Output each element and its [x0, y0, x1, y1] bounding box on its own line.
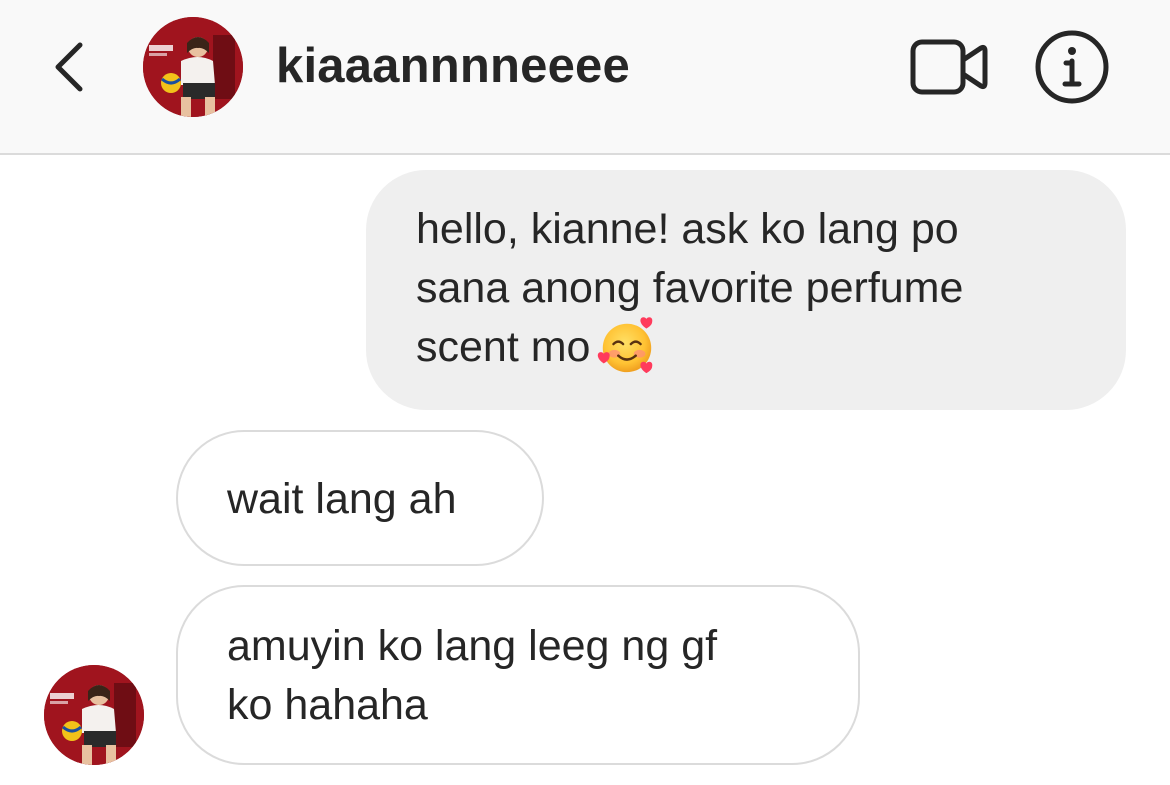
message-line: ko hahaha	[227, 681, 428, 729]
dm-thread-screen: kiaaannnneeee hello, kianne! ask ko lang…	[0, 0, 1170, 785]
sender-avatar[interactable]	[44, 665, 144, 765]
message-line: scent mo	[416, 316, 1086, 381]
contact-avatar[interactable]	[143, 17, 243, 117]
incoming-message-bubble[interactable]: wait lang ah	[176, 430, 544, 566]
smiling-face-with-hearts-icon	[598, 316, 653, 373]
contact-username[interactable]: kiaaannnneeee	[276, 36, 630, 96]
message-line: sana anong favorite perfume	[416, 264, 964, 312]
chevron-left-icon	[55, 42, 83, 92]
back-button[interactable]	[40, 32, 100, 102]
conversation-info-button[interactable]	[1030, 25, 1114, 109]
message-line: wait lang ah	[227, 475, 457, 523]
video-call-button[interactable]	[906, 30, 992, 104]
message-line: amuyin ko lang leeg ng gf	[227, 622, 718, 670]
outgoing-message-bubble[interactable]: hello, kianne! ask ko lang po sana anong…	[366, 170, 1126, 410]
incoming-message-bubble[interactable]: amuyin ko lang leeg ng gf ko hahaha	[176, 585, 860, 765]
message-text: scent mo	[416, 323, 591, 371]
chat-header: kiaaannnneeee	[0, 0, 1170, 155]
video-camera-icon	[910, 39, 988, 95]
message-line: hello, kianne! ask ko lang po	[416, 205, 959, 253]
info-icon	[1035, 30, 1109, 104]
